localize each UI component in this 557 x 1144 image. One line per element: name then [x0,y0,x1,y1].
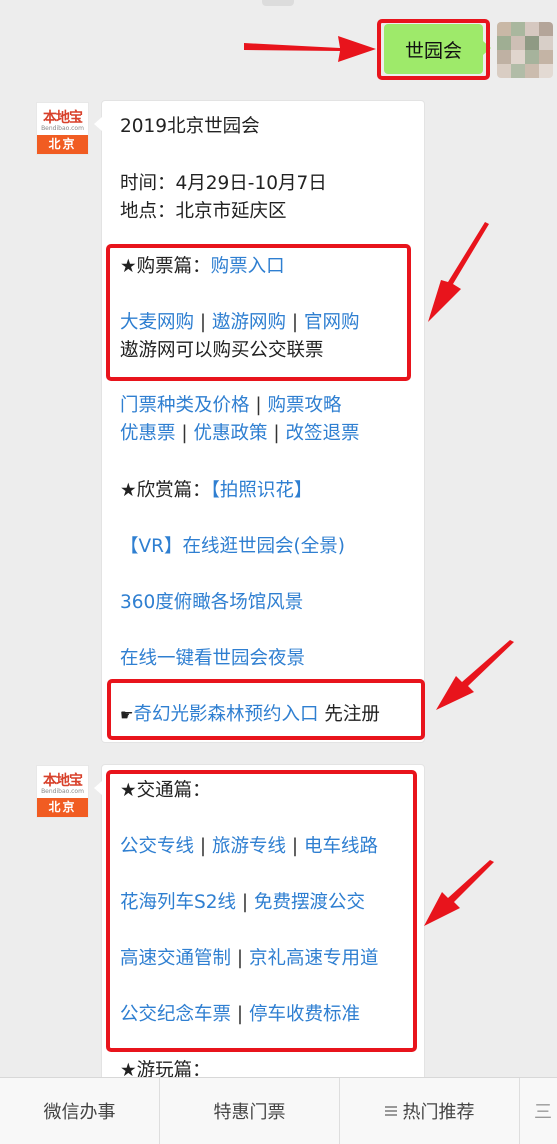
ticket-guide-link[interactable]: 购票攻略 [268,395,342,416]
bus-special-link[interactable]: 公交专线 [120,836,194,857]
transport-heading: ★交通篇： [120,780,211,801]
menu-wechat-services[interactable]: 微信办事 [0,1078,160,1144]
discount-policy-link[interactable]: 优惠政策 [194,423,268,444]
menu-hot-picks-label: 热门推荐 [402,1102,475,1123]
forest-line: ☛奇幻光影森林预约入口 先注册 [120,703,380,727]
logo-city: 北京 [37,135,88,154]
annotation-arrow-icon [244,36,376,62]
ticket-types-link[interactable]: 门票种类及价格 [120,395,250,416]
official-site-link[interactable]: 官网购 [304,312,360,333]
menu-discount-tickets[interactable]: 特惠门票 [160,1078,340,1144]
user-message-bubble: 世园会 [384,24,491,74]
highway-control-link[interactable]: 高速交通管制 [120,948,231,969]
bus-ticket-link[interactable]: 公交纪念车票 [120,1004,231,1025]
logo-sub: Bendibao.com [41,788,84,795]
logo-sub: Bendibao.com [41,125,84,132]
pointer-icon: ☛ [120,706,134,724]
trolley-route-link[interactable]: 电车线路 [304,836,378,857]
bot-avatar[interactable]: 本地宝 Bendibao.com 北京 [36,765,89,818]
menu-list-icon [384,1104,397,1118]
annotation-arrow-icon [428,222,489,322]
tickets-line: ★购票篇：购票入口 [120,255,285,279]
aerial-view-link[interactable]: 360度俯瞰各场馆风景 [120,591,303,615]
logo-brand: 本地宝 [43,110,83,126]
damai-link[interactable]: 大麦网购 [120,312,194,333]
user-message-text: 世园会 [404,39,462,62]
jingli-lane-link[interactable]: 京礼高速专用道 [249,948,379,969]
aoyou-link[interactable]: 遨游网购 [212,312,286,333]
discount-ticket-link[interactable]: 优惠票 [120,423,176,444]
bottom-menu-bar: 微信办事 特惠门票 热门推荐 三 [0,1077,557,1144]
menu-hot-picks[interactable]: 热门推荐 [340,1078,520,1144]
appreciate-line: ★欣赏篇：【拍照识花】 [120,479,312,503]
transport-row3: 高速交通管制 | 京礼高速专用道 [120,948,379,969]
register-note: 先注册 [318,704,380,725]
message-title: 2019北京世园会 [120,116,260,137]
transport-row2: 花海列车S2线 | 免费摆渡公交 [120,892,366,913]
photo-flower-link[interactable]: 【拍照识花】 [211,480,313,501]
logo-brand: 本地宝 [43,773,83,789]
refund-link[interactable]: 改签退票 [286,423,360,444]
transport-row1: 公交专线 | 旅游专线 | 电车线路 [120,836,379,857]
bot-message-bubble: ★交通篇： 公交专线 | 旅游专线 | 电车线路 花海列车S2线 | 免费摆渡公… [94,764,425,1094]
night-view-link[interactable]: 在线一键看世园会夜景 [120,647,305,671]
bot-message-bubble: 2019北京世园会 时间：4月29日-10月7日 地点：北京市延庆区 ★购票篇：… [94,100,425,743]
appreciate-heading: ★欣赏篇： [120,480,211,501]
vr-tour-link[interactable]: 【VR】在线逛世园会(全景) [120,535,345,559]
tickets-links-row1: 大麦网购 | 遨游网购 | 官网购 [120,312,360,333]
tickets-links-row3: 优惠票 | 优惠政策 | 改签退票 [120,423,360,444]
annotation-arrow-icon [424,860,494,926]
menu-more[interactable]: 三 [520,1078,557,1144]
tickets-heading: ★购票篇： [120,256,211,277]
annotation-arrow-icon [436,640,514,710]
ticket-entry-link[interactable]: 购票入口 [211,256,285,277]
logo-city: 北京 [37,798,88,817]
transport-row4: 公交纪念车票 | 停车收费标准 [120,1004,361,1025]
parking-fee-link[interactable]: 停车收费标准 [249,1004,360,1025]
forest-booking-link[interactable]: 奇幻光影森林预约入口 [133,704,318,725]
tickets-note: 遨游网可以购买公交联票 [120,340,324,361]
top-scroll-indicator [262,0,294,6]
tour-line-link[interactable]: 旅游专线 [212,836,286,857]
bot-avatar[interactable]: 本地宝 Bendibao.com 北京 [36,102,89,155]
event-time: 时间：4月29日-10月7日 [120,173,327,194]
s2-train-link[interactable]: 花海列车S2线 [120,892,236,913]
tickets-links-row2: 门票种类及价格 | 购票攻略 [120,395,342,416]
event-place: 地点：北京市延庆区 [120,201,287,222]
free-shuttle-link[interactable]: 免费摆渡公交 [254,892,365,913]
user-avatar[interactable] [497,22,553,78]
